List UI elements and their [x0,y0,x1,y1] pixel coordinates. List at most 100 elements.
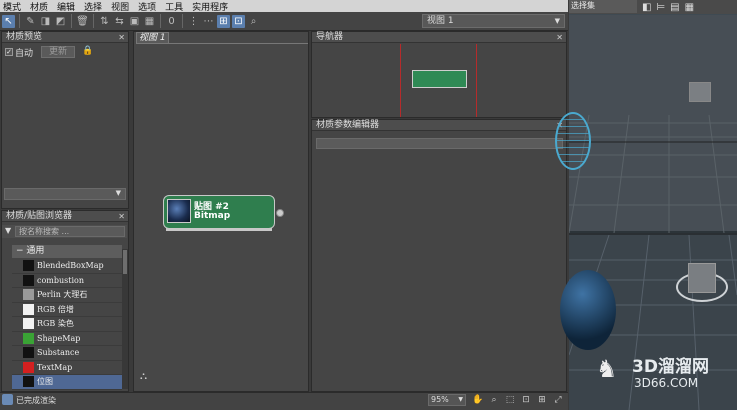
align-icon[interactable]: ⊨ [656,2,665,13]
panel-title: 导航器 ✕ [312,32,566,43]
category-header[interactable]: − 通用 [12,245,122,258]
param-name-field[interactable] [316,138,563,149]
menu-select[interactable]: 选择 [84,0,102,13]
toolbar-separator [71,14,72,28]
cube-object[interactable] [689,82,711,102]
close-icon[interactable]: ✕ [118,32,125,43]
output-socket[interactable] [276,209,284,217]
menu-options[interactable]: 选项 [138,0,156,13]
wire-sphere[interactable] [555,112,591,170]
close-icon[interactable]: ✕ [118,211,125,222]
navigator-frame-right [476,44,477,117]
auto-label: 自动 [15,49,34,59]
close-icon[interactable]: ✕ [556,32,563,43]
deer-logo-icon: ♞ [596,355,618,383]
lock-icon[interactable]: 🔒 [82,46,93,56]
layout-vertical-icon[interactable]: ⋮ [187,15,200,28]
watermark-url: 3D66.COM [634,376,699,390]
map-list: BlendedBoxMap combustion Perlin 大理石 RGB 倍增 R… [12,259,122,390]
zoom-extents-icon[interactable]: ⊡ [520,394,532,406]
zoom-dropdown[interactable]: 95% ▼ [428,394,466,406]
layers-icon[interactable]: ▤ [670,2,679,13]
toolbar-separator [93,14,94,28]
show-map-icon[interactable]: ▣ [128,15,141,28]
material-id-icon[interactable]: ⇆ [113,15,126,28]
zoom-extents-icon[interactable]: ⌕ [247,15,260,28]
chevron-down-icon: ▼ [458,396,463,403]
panel-title: 材质参数编辑器✕ [312,120,566,131]
list-item[interactable]: combustion [12,274,122,288]
menu-mode[interactable]: 模式 [3,0,21,13]
maximize-icon[interactable]: ⤢ [552,394,564,406]
node-subtitle: Bitmap [194,211,231,221]
view-select-dropdown[interactable]: 视图 1 ▼ [422,14,565,28]
panel-title: 材质预览 ✕ [2,32,128,43]
zoom-region-icon[interactable]: ⬚ [504,394,516,406]
chevron-down-icon: ▼ [554,17,560,25]
menu-edit[interactable]: 编辑 [57,0,75,13]
tab-view-1[interactable]: 视图 1 [136,32,169,44]
delete-icon[interactable]: 🗑 [76,15,89,28]
layout-horizontal-icon[interactable]: ⋯ [202,15,215,28]
watermark-title: 3D溜溜网 [632,357,709,377]
list-item[interactable]: RGB 倍增 [12,303,122,317]
list-item[interactable]: TextMap [12,361,122,375]
map-type-icon [23,274,34,286]
list-item-label: RGB 染色 [37,319,74,329]
material-id-channel-icon[interactable]: 0 [165,15,178,28]
node-footer [166,228,272,231]
main-toolbar-tail: ◧ ⊨ ▤ ▦ [642,0,737,14]
list-item-label: TextMap [37,362,73,372]
list-item[interactable]: Substance [12,346,122,361]
grid-lines [569,114,737,233]
options-arrow-icon[interactable]: ▼ [5,226,11,235]
mirror-icon[interactable]: ◧ [642,2,651,13]
map-type-icon [23,303,34,315]
viewport-top[interactable] [569,15,737,233]
put-material-icon[interactable]: ◨ [39,15,52,28]
earth-sphere[interactable] [560,270,616,350]
move-children-icon[interactable]: ⇅ [98,15,111,28]
menu-view[interactable]: 视图 [111,0,129,13]
auto-checkbox[interactable]: ✓ [5,48,13,56]
menu-tools[interactable]: 工具 [165,0,183,13]
material-param-editor-panel: 材质参数编辑器✕ [311,119,567,392]
map-type-icon [23,289,34,301]
search-input[interactable]: 按名称搜索 ... [15,226,125,237]
menu-utilities[interactable]: 实用程序 [192,0,228,13]
toolbar-separator [19,14,20,28]
list-item-label: RGB 倍增 [37,304,74,314]
cube-object-perspective[interactable] [688,263,716,293]
menu-bar: 模式 材质 编辑 选择 视图 选项 工具 实用程序 [0,0,568,13]
list-item[interactable]: 位图 [12,375,122,390]
map-thumbnail [167,199,191,223]
selection-set-dropdown[interactable]: 选择集 [569,0,637,13]
preview-dropdown[interactable]: ▼ [4,188,126,200]
bitmap-node[interactable]: 贴图 #2 Bitmap [163,195,275,231]
scrollbar-thumb[interactable] [123,250,127,274]
zoom-icon[interactable]: ⌕ [488,394,500,406]
menu-material[interactable]: 材质 [30,0,48,13]
eyedropper-icon[interactable]: ✎ [24,15,37,28]
background-icon[interactable]: ▦ [143,15,156,28]
table-icon[interactable]: ▦ [685,2,694,13]
list-item[interactable]: RGB 染色 [12,317,122,332]
pan-icon[interactable]: ✋ [472,394,484,406]
show-params-icon[interactable]: ⊡ [232,14,245,28]
pan-hand-icon[interactable]: ⛬ [140,371,147,382]
list-item[interactable]: Perlin 大理石 [12,288,122,303]
list-item-label: Substance [37,348,80,358]
update-button[interactable]: 更新 [41,46,75,58]
show-navigator-icon[interactable]: ⊞ [217,14,230,28]
assign-material-icon[interactable]: ◩ [54,15,67,28]
list-item[interactable]: BlendedBoxMap [12,259,122,274]
list-item-label: Perlin 大理石 [37,290,88,300]
list-item[interactable]: ShapeMap [12,332,122,346]
list-item-label: 位图 [37,377,53,387]
select-tool-icon[interactable]: ↖ [2,14,15,28]
map-type-icon [23,318,34,330]
map-type-icon [23,332,34,344]
zoom-selected-icon[interactable]: ⊞ [536,394,548,406]
navigator-node-preview[interactable] [412,70,467,88]
render-status-icon [2,394,13,405]
